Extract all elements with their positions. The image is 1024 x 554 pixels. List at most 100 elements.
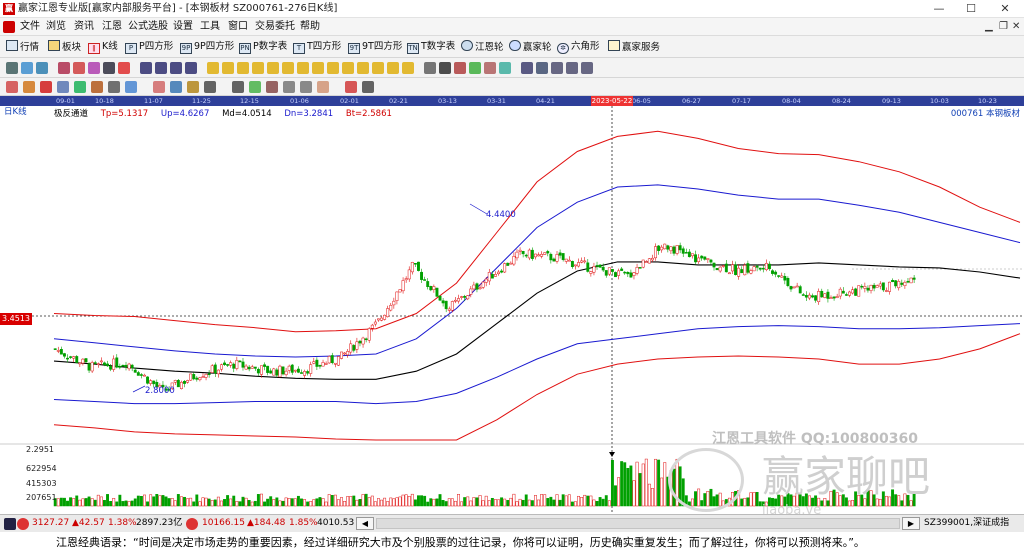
zoom-in-icon[interactable]: [454, 62, 466, 74]
pan-icon[interactable]: [424, 62, 436, 74]
app-menu-icon[interactable]: [3, 21, 15, 33]
stack-icon[interactable]: [74, 81, 86, 93]
toolbar-winner-wheel-button[interactable]: 赢家轮: [509, 40, 552, 54]
mdi-restore-button[interactable]: ❐: [999, 20, 1008, 34]
play-right-icon[interactable]: [155, 62, 167, 74]
toolbar-service-button[interactable]: 赢家服务: [608, 40, 660, 54]
toolbar-p-table-button[interactable]: PN P数字表: [239, 40, 287, 54]
menu-info[interactable]: 资讯: [74, 18, 94, 36]
toolbar-hexagon-button[interactable]: ✲ 六角形: [557, 40, 600, 54]
candle: [777, 275, 781, 277]
gann-angle-icon[interactable]: [267, 62, 279, 74]
toolbar-sector-button[interactable]: 板块: [48, 40, 81, 54]
gann-time-icon[interactable]: [282, 62, 294, 74]
gann-cube-icon[interactable]: [372, 62, 384, 74]
rect-icon[interactable]: [283, 81, 295, 93]
gear-icon[interactable]: [266, 81, 278, 93]
globe-icon[interactable]: [21, 62, 33, 74]
flag-icon[interactable]: [118, 62, 130, 74]
kline-chart-panel[interactable]: 09-01 10-18 11-07 11-25 12-15 01-06 02-01 02-21…: [0, 96, 1024, 517]
status-scroll-track[interactable]: [376, 518, 900, 529]
sz-index-value[interactable]: 10166.15: [202, 515, 245, 532]
grid2-icon[interactable]: [566, 62, 578, 74]
candle: [475, 283, 479, 290]
menu-formula[interactable]: 公式选股: [128, 18, 168, 36]
quote-icon[interactable]: [108, 81, 120, 93]
save-icon[interactable]: [521, 62, 533, 74]
ruler-icon[interactable]: [23, 81, 35, 93]
index-code-label[interactable]: SZ399001,深证成指: [924, 515, 1009, 532]
toolbar-t-table-button[interactable]: TN T数字表: [407, 40, 455, 54]
percent-icon[interactable]: [232, 81, 244, 93]
grid-icon[interactable]: [4, 518, 16, 530]
circle-icon[interactable]: [345, 81, 357, 93]
gann-rect-icon[interactable]: [387, 62, 399, 74]
star-icon[interactable]: [170, 81, 182, 93]
menu-window[interactable]: 窗口: [228, 18, 248, 36]
volume-bar: [370, 495, 374, 507]
crosshair-icon[interactable]: [439, 62, 451, 74]
gann-circle-icon[interactable]: [342, 62, 354, 74]
copy-sheet-icon[interactable]: [581, 62, 593, 74]
text-icon[interactable]: [153, 81, 165, 93]
draw-text-icon[interactable]: [103, 62, 115, 74]
compare-icon[interactable]: [317, 81, 329, 93]
close-button[interactable]: ✕: [990, 0, 1020, 18]
candle: [900, 282, 904, 285]
menu-gann[interactable]: 江恩: [102, 18, 122, 36]
infinity-icon[interactable]: [362, 81, 374, 93]
tick-icon[interactable]: [249, 81, 261, 93]
volume-bar: [87, 496, 91, 507]
menu-browse[interactable]: 浏览: [46, 18, 66, 36]
scroll-right-button[interactable]: ▶: [902, 517, 920, 530]
band-icon[interactable]: [57, 81, 69, 93]
gann-star-icon[interactable]: [357, 62, 369, 74]
layout-icon[interactable]: [6, 62, 18, 74]
mdi-close-button[interactable]: ✕: [1012, 20, 1020, 34]
toolbar-quotes-button[interactable]: 行情: [6, 40, 39, 54]
menu-trade[interactable]: 交易委托: [255, 18, 295, 36]
sh-index-value[interactable]: 3127.27: [32, 515, 69, 532]
menu-tools[interactable]: 工具: [200, 18, 220, 36]
toolbar-9t-square-button[interactable]: 9T 9T四方形: [348, 40, 402, 54]
gann-square-icon[interactable]: [312, 62, 324, 74]
stats-icon[interactable]: [499, 62, 511, 74]
pattern-icon[interactable]: [40, 81, 52, 93]
draw-line-icon[interactable]: [58, 62, 70, 74]
gann-star2-icon[interactable]: [402, 62, 414, 74]
gann-arc-icon[interactable]: [327, 62, 339, 74]
first-icon[interactable]: [170, 62, 182, 74]
toolbar-9p-square-button[interactable]: 9P 9P四方形: [180, 40, 234, 54]
gann-fan-icon[interactable]: [207, 62, 219, 74]
gann-cycle-icon[interactable]: [297, 62, 309, 74]
bar-icon[interactable]: [91, 81, 103, 93]
gann-grid-icon[interactable]: [237, 62, 249, 74]
gann-line-icon[interactable]: [252, 62, 264, 74]
menu-help[interactable]: 帮助: [300, 18, 320, 36]
last-icon[interactable]: [185, 62, 197, 74]
data-icon[interactable]: [36, 62, 48, 74]
grid-icon[interactable]: [125, 81, 137, 93]
list-icon[interactable]: [536, 62, 548, 74]
scroll-left-button[interactable]: ◀: [356, 517, 374, 530]
export-icon[interactable]: [551, 62, 563, 74]
menu-file[interactable]: 文件: [20, 18, 40, 36]
toolbar-gann-wheel-button[interactable]: 江恩轮: [461, 40, 504, 54]
maximize-button[interactable]: ☐: [956, 0, 986, 18]
tri-icon[interactable]: [187, 81, 199, 93]
rotate-icon[interactable]: [469, 62, 481, 74]
pencil-icon[interactable]: [6, 81, 18, 93]
toolbar-t-square-button[interactable]: T T四方形: [293, 40, 341, 54]
minimize-button[interactable]: —: [924, 0, 954, 18]
cut-icon[interactable]: [484, 62, 496, 74]
mdi-minimize-button[interactable]: ▁: [985, 20, 993, 34]
line-chart-icon[interactable]: [300, 81, 312, 93]
toolbar-kline-button[interactable]: ǁ K线: [88, 40, 118, 54]
draw-poly-icon[interactable]: [88, 62, 100, 74]
menu-settings[interactable]: 设置: [173, 18, 193, 36]
play-left-icon[interactable]: [140, 62, 152, 74]
a-icon[interactable]: [204, 81, 216, 93]
draw-arrow-icon[interactable]: [73, 62, 85, 74]
toolbar-p-square-button[interactable]: P P四方形: [125, 40, 173, 54]
gann-box-icon[interactable]: [222, 62, 234, 74]
